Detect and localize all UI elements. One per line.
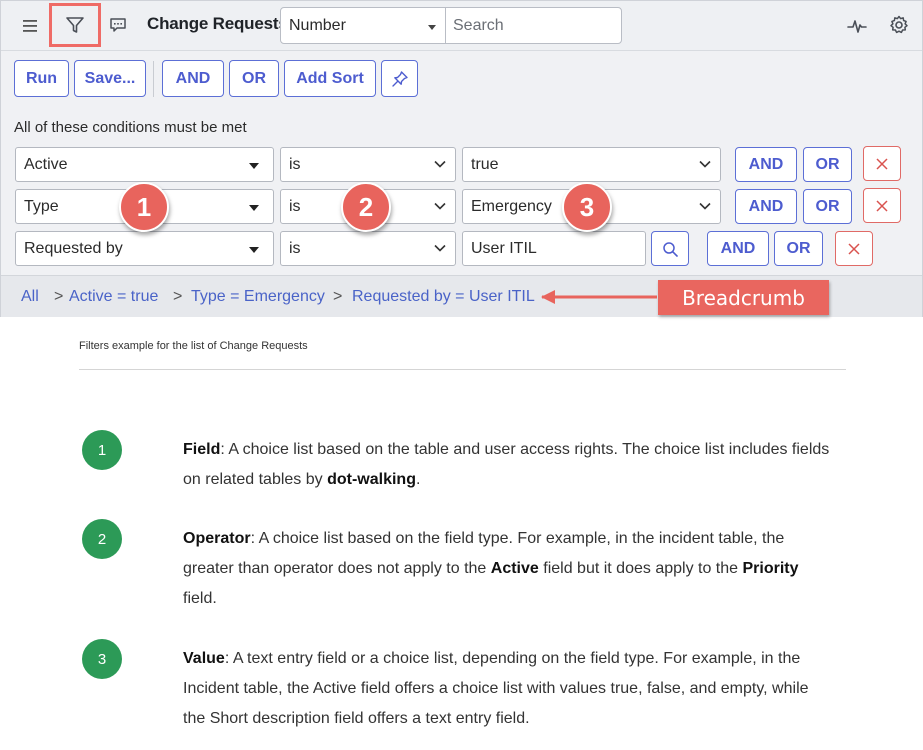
or-button[interactable]: OR [229,60,279,97]
condition-or-button-2[interactable]: OR [803,189,852,224]
condition-and-button-1[interactable]: AND [735,147,797,182]
search-input[interactable] [445,7,622,44]
list-title: Change Requests [147,14,288,33]
callout-arrow-icon [541,290,657,304]
pin-icon [391,70,408,87]
toolbar-divider [153,61,154,97]
condition-field-value: Requested by [24,240,123,257]
condition-field-value: Type [24,198,59,215]
chevron-down-icon [699,160,711,168]
step-number-1: 1 [82,430,122,470]
step-text: : A choice list based on the table and u… [183,441,830,488]
gear-icon[interactable] [887,13,911,37]
remove-condition-button-1[interactable] [863,146,901,181]
step-description-3: Value: A text entry field or a choice li… [183,644,833,734]
annotation-badge-1: 1 [119,182,169,232]
figure-caption: Filters example for the list of Change R… [79,340,308,352]
conditions-heading: All of these conditions must be met [14,119,247,136]
step-text: : A text entry field or a choice list, d… [183,650,809,727]
step-term: Operator [183,530,251,547]
annotation-badge-2: 2 [341,182,391,232]
run-button[interactable]: Run [14,60,69,97]
search-icon [663,242,678,257]
list-header: Change Requests Number [1,1,922,51]
caret-down-icon [249,205,259,211]
step-term: Field [183,441,221,458]
condition-operator-select-1[interactable]: is [280,147,456,182]
condition-field-select-3[interactable]: Requested by [15,231,274,266]
chevron-down-icon [434,160,446,168]
chevron-down-icon [428,25,436,30]
divider [79,369,846,370]
condition-field-value: Active [24,156,68,173]
condition-value: true [471,156,499,173]
step-number-3: 3 [82,639,122,679]
condition-value-input-3[interactable]: User ITIL [462,231,646,266]
and-button[interactable]: AND [162,60,224,97]
breadcrumb-item-active[interactable]: Active = true [69,288,158,306]
step-description-1: Field: A choice list based on the table … [183,435,833,495]
filter-icon[interactable] [63,13,87,37]
breadcrumb-item-all[interactable]: All [21,288,39,306]
step-description-2: Operator: A choice list based on the fie… [183,524,833,614]
annotation-badge-3: 3 [562,182,612,232]
condition-operator-value: is [289,156,301,173]
breadcrumb-separator: > [173,288,183,305]
activity-pulse-icon[interactable] [845,14,869,38]
step-emphasis: dot-walking [327,471,416,488]
condition-field-select-1[interactable]: Active [15,147,274,182]
caret-down-icon [249,163,259,169]
hamburger-menu-icon[interactable] [19,15,43,37]
condition-operator-value: is [289,198,301,215]
step-text: . [415,471,421,488]
search-field-value: Number [289,17,346,34]
breadcrumb-callout: Breadcrumb [658,280,829,315]
caret-down-icon [249,247,259,253]
chat-icon[interactable] [107,14,129,36]
close-icon [848,242,860,255]
pin-button[interactable] [381,60,418,97]
condition-and-button-2[interactable]: AND [735,189,797,224]
condition-and-button-3[interactable]: AND [707,231,769,266]
step-emphasis: Priority [742,560,799,577]
condition-operator-select-3[interactable]: is [280,231,456,266]
step-text: field but it does apply to the [538,560,743,577]
condition-value: Emergency [471,198,552,215]
breadcrumb-separator: > [54,288,64,305]
step-term: Value [183,650,225,667]
close-icon [876,199,888,212]
search-field-select[interactable]: Number [280,7,446,44]
condition-value-select-1[interactable]: true [462,147,721,182]
chevron-down-icon [434,244,446,252]
condition-operator-value: is [289,240,301,257]
condition-or-button-3[interactable]: OR [774,231,823,266]
filter-screenshot: Change Requests Number Run Save... AND O… [0,0,923,317]
chevron-down-icon [434,202,446,210]
lookup-button[interactable] [651,231,689,266]
breadcrumb-item-requested-by[interactable]: Requested by = User ITIL [352,288,535,306]
condition-value: User ITIL [471,240,537,257]
save-button[interactable]: Save... [74,60,146,97]
chevron-down-icon [699,202,711,210]
remove-condition-button-2[interactable] [863,188,901,223]
breadcrumb-separator: > [333,288,343,305]
step-number-2: 2 [82,519,122,559]
add-sort-button[interactable]: Add Sort [284,60,376,97]
close-icon [876,157,888,170]
step-emphasis: Active [490,560,539,577]
breadcrumb-item-type[interactable]: Type = Emergency [191,288,325,306]
condition-or-button-1[interactable]: OR [803,147,852,182]
step-text: field. [183,590,217,607]
remove-condition-button-3[interactable] [835,231,873,266]
